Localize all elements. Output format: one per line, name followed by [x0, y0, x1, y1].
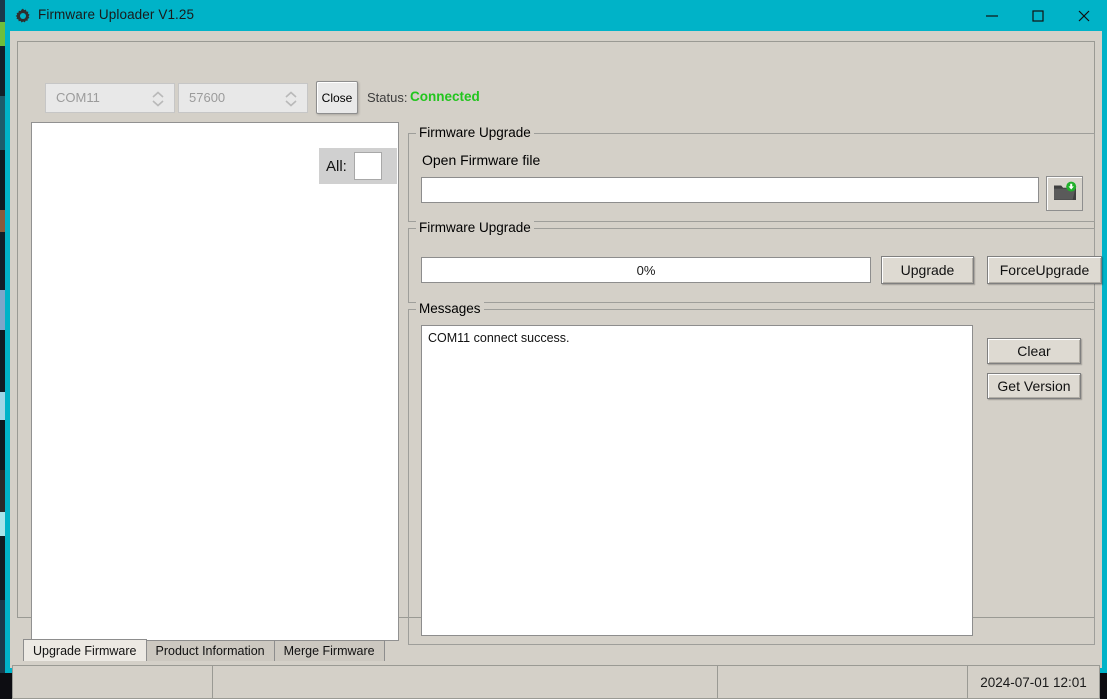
force-upgrade-button[interactable]: ForceUpgrade — [987, 256, 1102, 284]
chevron-updown-icon — [150, 90, 166, 108]
messages-groupbox: Messages COM11 connect success. Clear Ge… — [408, 309, 1095, 645]
maximize-button[interactable] — [1015, 0, 1061, 31]
select-all-container[interactable]: All: — [319, 148, 397, 184]
upgrade-progress-value: 0% — [637, 263, 656, 278]
open-firmware-group-title: Firmware Upgrade — [416, 125, 534, 140]
close-window-button[interactable] — [1061, 0, 1107, 31]
chevron-updown-icon — [283, 90, 299, 108]
tab-merge-firmware[interactable]: Merge Firmware — [274, 640, 385, 661]
upgrade-button[interactable]: Upgrade — [881, 256, 974, 284]
status-badge: Connected — [410, 89, 480, 104]
open-folder-icon — [1053, 181, 1077, 206]
tab-product-information[interactable]: Product Information — [146, 640, 275, 661]
close-connection-button[interactable]: Close — [316, 81, 358, 114]
upgrade-progress-groupbox: Firmware Upgrade 0% Upgrade ForceUpgrade — [408, 228, 1095, 303]
open-firmware-file-label: Open Firmware file — [422, 152, 540, 168]
tab-strip: Upgrade Firmware Product Information Mer… — [23, 639, 384, 661]
browse-firmware-button[interactable] — [1046, 176, 1083, 211]
client-area: COM11 57600 Close Status — [10, 31, 1102, 668]
device-list-panel[interactable]: All: — [31, 122, 399, 641]
messages-log[interactable]: COM11 connect success. — [421, 325, 973, 636]
status-cell-3 — [718, 666, 968, 698]
status-cell-1 — [13, 666, 213, 698]
get-version-button[interactable]: Get Version — [987, 373, 1081, 399]
tab-upgrade-firmware[interactable]: Upgrade Firmware — [23, 639, 147, 661]
status-label: Status: — [367, 90, 407, 105]
maximize-icon — [1031, 9, 1045, 23]
application-window: Firmware Uploader V1.25 COM11 — [5, 0, 1107, 673]
main-content-panel: COM11 57600 Close Status — [17, 41, 1095, 618]
firmware-path-input[interactable] — [421, 177, 1039, 203]
serial-port-value: COM11 — [56, 90, 100, 105]
messages-group-title: Messages — [416, 301, 484, 316]
baud-rate-select[interactable]: 57600 — [178, 83, 308, 113]
window-title: Firmware Uploader V1.25 — [38, 7, 194, 22]
upgrade-group-title: Firmware Upgrade — [416, 220, 534, 235]
close-icon — [1077, 9, 1091, 23]
status-cell-2 — [213, 666, 718, 698]
serial-port-select[interactable]: COM11 — [45, 83, 175, 113]
select-all-checkbox[interactable] — [354, 152, 382, 180]
baud-rate-value: 57600 — [189, 90, 225, 105]
minimize-icon — [985, 9, 999, 23]
status-timestamp: 2024-07-01 12:01 — [968, 666, 1099, 698]
status-bar: 2024-07-01 12:01 — [12, 665, 1100, 699]
clear-messages-button[interactable]: Clear — [987, 338, 1081, 364]
gear-icon — [15, 8, 31, 24]
title-bar: Firmware Uploader V1.25 — [5, 0, 1107, 31]
minimize-button[interactable] — [969, 0, 1015, 31]
open-firmware-groupbox: Firmware Upgrade Open Firmware file — [408, 133, 1095, 222]
upgrade-progress-bar: 0% — [421, 257, 871, 283]
select-all-label: All: — [326, 158, 347, 175]
